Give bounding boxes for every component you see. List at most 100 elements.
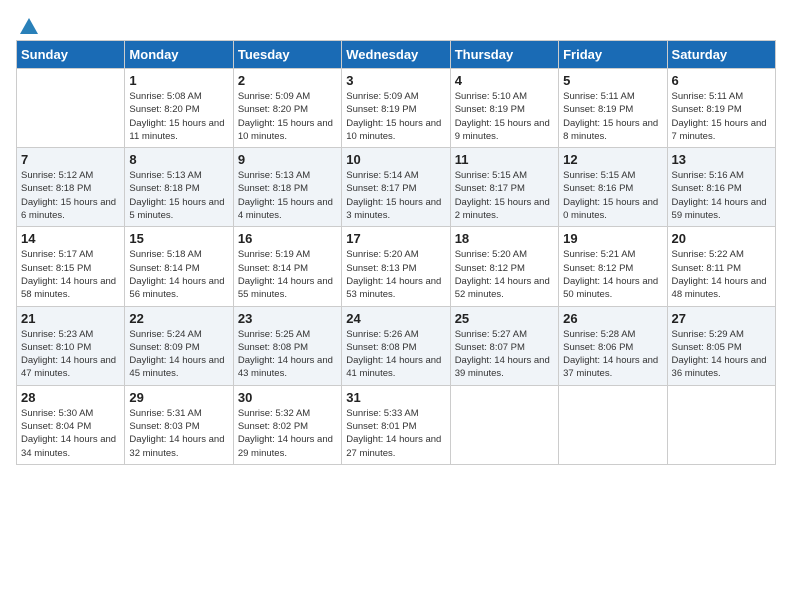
- calendar-week-row: 1 Sunrise: 5:08 AMSunset: 8:20 PMDaylight…: [17, 69, 776, 148]
- day-number: 4: [455, 73, 554, 88]
- calendar-cell: 3 Sunrise: 5:09 AMSunset: 8:19 PMDaylight…: [342, 69, 450, 148]
- day-info: Sunrise: 5:32 AMSunset: 8:02 PMDaylight:…: [238, 407, 337, 460]
- calendar-cell: [667, 385, 775, 464]
- day-number: 17: [346, 231, 445, 246]
- day-info: Sunrise: 5:26 AMSunset: 8:08 PMDaylight:…: [346, 328, 445, 381]
- header-wednesday: Wednesday: [342, 41, 450, 69]
- day-info: Sunrise: 5:11 AMSunset: 8:19 PMDaylight:…: [672, 90, 771, 143]
- day-number: 25: [455, 311, 554, 326]
- calendar-cell: 6 Sunrise: 5:11 AMSunset: 8:19 PMDaylight…: [667, 69, 775, 148]
- calendar-cell: 15Sunrise: 5:18 AMSunset: 8:14 PMDayligh…: [125, 227, 233, 306]
- day-number: 24: [346, 311, 445, 326]
- day-number: 19: [563, 231, 662, 246]
- day-info: Sunrise: 5:11 AMSunset: 8:19 PMDaylight:…: [563, 90, 662, 143]
- calendar-cell: 12 Sunrise: 5:15 AMSunset: 8:16 PMDayligh…: [559, 148, 667, 227]
- day-number: 5: [563, 73, 662, 88]
- calendar-cell: 5 Sunrise: 5:11 AMSunset: 8:19 PMDaylight…: [559, 69, 667, 148]
- calendar-week-row: 21 Sunrise: 5:23 AMSunset: 8:10 PMDayligh…: [17, 306, 776, 385]
- calendar-cell: 13 Sunrise: 5:16 AMSunset: 8:16 PMDayligh…: [667, 148, 775, 227]
- header-sunday: Sunday: [17, 41, 125, 69]
- day-info: Sunrise: 5:30 AMSunset: 8:04 PMDaylight:…: [21, 407, 120, 460]
- logo-icon: [18, 16, 40, 38]
- day-number: 14: [21, 231, 120, 246]
- calendar-cell: 4 Sunrise: 5:10 AMSunset: 8:19 PMDaylight…: [450, 69, 558, 148]
- day-number: 16: [238, 231, 337, 246]
- calendar-cell: 29 Sunrise: 5:31 AMSunset: 8:03 PMDayligh…: [125, 385, 233, 464]
- day-number: 1: [129, 73, 228, 88]
- calendar-cell: [17, 69, 125, 148]
- calendar-cell: 2 Sunrise: 5:09 AMSunset: 8:20 PMDaylight…: [233, 69, 341, 148]
- calendar-cell: 18 Sunrise: 5:20 AMSunset: 8:12 PMDayligh…: [450, 227, 558, 306]
- day-number: 21: [21, 311, 120, 326]
- day-number: 3: [346, 73, 445, 88]
- calendar-week-row: 7 Sunrise: 5:12 AMSunset: 8:18 PMDaylight…: [17, 148, 776, 227]
- day-info: Sunrise: 5:33 AMSunset: 8:01 PMDaylight:…: [346, 407, 445, 460]
- day-number: 30: [238, 390, 337, 405]
- day-number: 13: [672, 152, 771, 167]
- calendar-cell: [450, 385, 558, 464]
- day-info: Sunrise: 5:19 AMSunset: 8:14 PMDaylight:…: [238, 248, 337, 301]
- day-info: Sunrise: 5:29 AMSunset: 8:05 PMDaylight:…: [672, 328, 771, 381]
- day-number: 27: [672, 311, 771, 326]
- day-info: Sunrise: 5:09 AMSunset: 8:19 PMDaylight:…: [346, 90, 445, 143]
- calendar-cell: 17 Sunrise: 5:20 AMSunset: 8:13 PMDayligh…: [342, 227, 450, 306]
- calendar-cell: 23Sunrise: 5:25 AMSunset: 8:08 PMDayligh…: [233, 306, 341, 385]
- day-number: 22: [129, 311, 228, 326]
- calendar-cell: 14Sunrise: 5:17 AMSunset: 8:15 PMDayligh…: [17, 227, 125, 306]
- calendar-week-row: 28Sunrise: 5:30 AMSunset: 8:04 PMDayligh…: [17, 385, 776, 464]
- day-number: 26: [563, 311, 662, 326]
- day-info: Sunrise: 5:10 AMSunset: 8:19 PMDaylight:…: [455, 90, 554, 143]
- day-info: Sunrise: 5:20 AMSunset: 8:12 PMDaylight:…: [455, 248, 554, 301]
- day-number: 10: [346, 152, 445, 167]
- calendar-cell: 28Sunrise: 5:30 AMSunset: 8:04 PMDayligh…: [17, 385, 125, 464]
- day-info: Sunrise: 5:20 AMSunset: 8:13 PMDaylight:…: [346, 248, 445, 301]
- page-header: [16, 16, 776, 34]
- header-friday: Friday: [559, 41, 667, 69]
- day-number: 29: [129, 390, 228, 405]
- day-number: 12: [563, 152, 662, 167]
- day-number: 15: [129, 231, 228, 246]
- day-number: 8: [129, 152, 228, 167]
- day-info: Sunrise: 5:15 AMSunset: 8:16 PMDaylight:…: [563, 169, 662, 222]
- calendar-cell: 24 Sunrise: 5:26 AMSunset: 8:08 PMDayligh…: [342, 306, 450, 385]
- day-info: Sunrise: 5:27 AMSunset: 8:07 PMDaylight:…: [455, 328, 554, 381]
- calendar-table: SundayMondayTuesdayWednesdayThursdayFrid…: [16, 40, 776, 465]
- day-info: Sunrise: 5:13 AMSunset: 8:18 PMDaylight:…: [129, 169, 228, 222]
- header-tuesday: Tuesday: [233, 41, 341, 69]
- calendar-cell: 26 Sunrise: 5:28 AMSunset: 8:06 PMDayligh…: [559, 306, 667, 385]
- calendar-cell: [559, 385, 667, 464]
- day-info: Sunrise: 5:28 AMSunset: 8:06 PMDaylight:…: [563, 328, 662, 381]
- calendar-cell: 25 Sunrise: 5:27 AMSunset: 8:07 PMDayligh…: [450, 306, 558, 385]
- day-number: 6: [672, 73, 771, 88]
- calendar-cell: 8 Sunrise: 5:13 AMSunset: 8:18 PMDaylight…: [125, 148, 233, 227]
- day-info: Sunrise: 5:15 AMSunset: 8:17 PMDaylight:…: [455, 169, 554, 222]
- day-info: Sunrise: 5:23 AMSunset: 8:10 PMDaylight:…: [21, 328, 120, 381]
- day-info: Sunrise: 5:12 AMSunset: 8:18 PMDaylight:…: [21, 169, 120, 222]
- calendar-cell: 20 Sunrise: 5:22 AMSunset: 8:11 PMDayligh…: [667, 227, 775, 306]
- day-number: 23: [238, 311, 337, 326]
- logo: [16, 16, 40, 34]
- calendar-cell: 1 Sunrise: 5:08 AMSunset: 8:20 PMDaylight…: [125, 69, 233, 148]
- header-monday: Monday: [125, 41, 233, 69]
- day-number: 18: [455, 231, 554, 246]
- calendar-cell: 10 Sunrise: 5:14 AMSunset: 8:17 PMDayligh…: [342, 148, 450, 227]
- day-number: 7: [21, 152, 120, 167]
- day-number: 20: [672, 231, 771, 246]
- day-info: Sunrise: 5:22 AMSunset: 8:11 PMDaylight:…: [672, 248, 771, 301]
- calendar-cell: 11Sunrise: 5:15 AMSunset: 8:17 PMDayligh…: [450, 148, 558, 227]
- day-info: Sunrise: 5:24 AMSunset: 8:09 PMDaylight:…: [129, 328, 228, 381]
- day-info: Sunrise: 5:16 AMSunset: 8:16 PMDaylight:…: [672, 169, 771, 222]
- day-info: Sunrise: 5:13 AMSunset: 8:18 PMDaylight:…: [238, 169, 337, 222]
- day-number: 31: [346, 390, 445, 405]
- day-number: 2: [238, 73, 337, 88]
- header-thursday: Thursday: [450, 41, 558, 69]
- calendar-cell: 16 Sunrise: 5:19 AMSunset: 8:14 PMDayligh…: [233, 227, 341, 306]
- header-saturday: Saturday: [667, 41, 775, 69]
- calendar-cell: 31 Sunrise: 5:33 AMSunset: 8:01 PMDayligh…: [342, 385, 450, 464]
- day-info: Sunrise: 5:31 AMSunset: 8:03 PMDaylight:…: [129, 407, 228, 460]
- calendar-week-row: 14Sunrise: 5:17 AMSunset: 8:15 PMDayligh…: [17, 227, 776, 306]
- calendar-cell: 9Sunrise: 5:13 AMSunset: 8:18 PMDaylight…: [233, 148, 341, 227]
- day-info: Sunrise: 5:09 AMSunset: 8:20 PMDaylight:…: [238, 90, 337, 143]
- day-info: Sunrise: 5:08 AMSunset: 8:20 PMDaylight:…: [129, 90, 228, 143]
- day-info: Sunrise: 5:14 AMSunset: 8:17 PMDaylight:…: [346, 169, 445, 222]
